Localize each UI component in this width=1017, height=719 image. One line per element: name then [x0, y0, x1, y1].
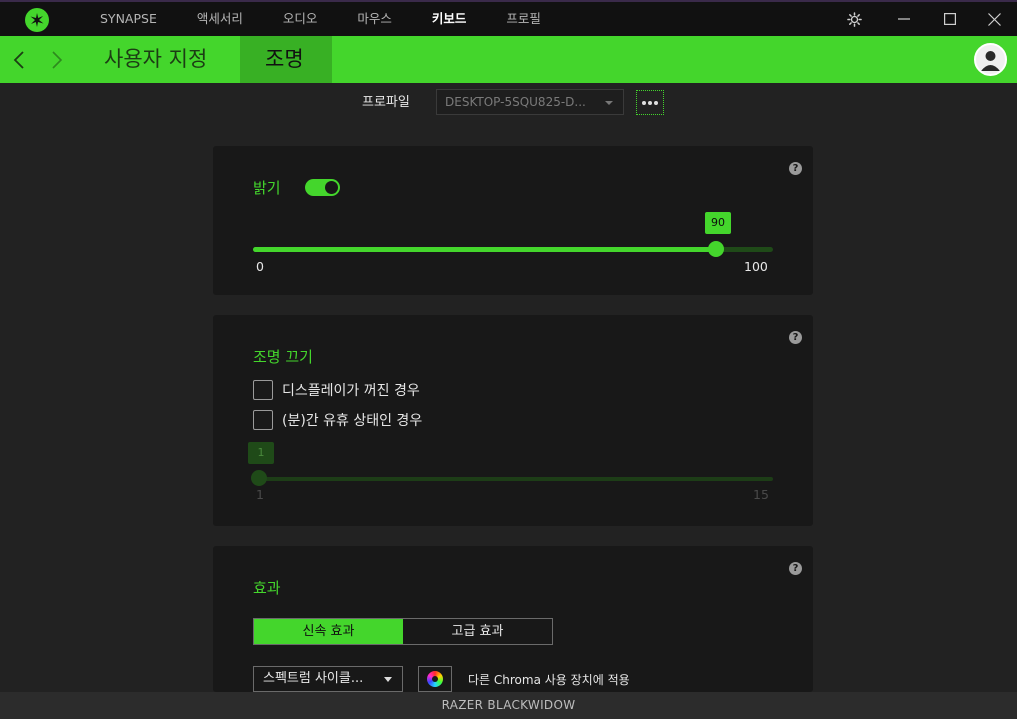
chevron-down-icon: [384, 677, 392, 682]
maximize-icon: [944, 13, 956, 25]
nav-keyboard[interactable]: 키보드: [412, 2, 487, 36]
close-button[interactable]: [971, 2, 1017, 36]
idle-slider-thumb: [251, 470, 267, 486]
brightness-min-label: 0: [256, 259, 264, 274]
chevron-left-icon: [13, 50, 24, 69]
help-icon[interactable]: ?: [789, 162, 802, 175]
quick-effects-tab[interactable]: 신속 효과: [254, 619, 403, 644]
profile-select-value: DESKTOP-5SQU825-D...: [445, 95, 586, 109]
display-off-option[interactable]: 디스플레이가 꺼진 경우: [253, 379, 420, 401]
section-header: 사용자 지정 조명: [0, 36, 1017, 83]
idle-checkbox[interactable]: [253, 410, 273, 430]
tab-customize[interactable]: 사용자 지정: [79, 36, 232, 83]
idle-label: (분)간 유휴 상태인 경우: [282, 413, 423, 429]
help-icon[interactable]: ?: [789, 331, 802, 344]
nav-accessories[interactable]: 액세서리: [177, 2, 263, 36]
effect-select[interactable]: 스펙트럼 사이클...: [253, 666, 403, 692]
tab-lighting[interactable]: 조명: [240, 36, 332, 83]
back-button[interactable]: [4, 36, 34, 83]
main-nav: SYNAPSE 액세서리 오디오 마우스 키보드 프로필: [80, 2, 561, 36]
idle-min-label: 1: [256, 487, 264, 502]
effects-card: ? 효과 신속 효과 고급 효과 스펙트럼 사이클... 다른 Chroma 사…: [213, 546, 813, 692]
toggle-knob: [325, 181, 338, 194]
idle-option[interactable]: (분)간 유휴 상태인 경우: [253, 409, 422, 431]
brightness-card: ? 밝기 90 0 100: [213, 146, 813, 295]
top-navigation-bar: SYNAPSE 액세서리 오디오 마우스 키보드 프로필: [0, 0, 1017, 36]
effect-select-value: 스펙트럼 사이클...: [263, 671, 364, 686]
gear-icon: [846, 11, 862, 27]
nav-synapse[interactable]: SYNAPSE: [80, 2, 177, 36]
nav-audio[interactable]: 오디오: [263, 2, 338, 36]
help-icon[interactable]: ?: [789, 562, 802, 575]
advanced-effects-tab[interactable]: 고급 효과: [403, 619, 552, 644]
brightness-max-label: 100: [744, 259, 768, 274]
close-icon: [987, 12, 1001, 26]
display-off-checkbox[interactable]: [253, 380, 273, 400]
brightness-slider-fill: [253, 247, 716, 252]
brightness-value-bubble: 90: [705, 212, 731, 234]
chevron-right-icon: [52, 50, 63, 69]
settings-button[interactable]: [831, 2, 877, 36]
chroma-apply-button[interactable]: [418, 666, 452, 692]
more-dots-icon[interactable]: [636, 90, 664, 115]
forward-button[interactable]: [42, 36, 72, 83]
chevron-down-icon: [605, 101, 613, 105]
effects-title: 효과: [253, 579, 281, 597]
lighting-off-title: 조명 끄기: [253, 348, 313, 366]
idle-value-bubble: 1: [248, 442, 274, 464]
razer-logo-icon[interactable]: [25, 8, 49, 32]
effect-mode-switch: 신속 효과 고급 효과: [253, 618, 553, 645]
lighting-off-card: ? 조명 끄기 디스플레이가 꺼진 경우 (분)간 유휴 상태인 경우 1 1 …: [213, 315, 813, 526]
maximize-button[interactable]: [927, 2, 973, 36]
chroma-apply-label: 다른 Chroma 사용 장치에 적용: [468, 673, 630, 687]
device-footer: RAZER BLACKWIDOW: [0, 692, 1017, 719]
idle-max-label: 15: [753, 487, 769, 502]
display-off-label: 디스플레이가 꺼진 경우: [282, 383, 420, 399]
brightness-title: 밝기: [253, 179, 281, 197]
user-avatar-icon[interactable]: [974, 43, 1007, 76]
color-wheel-icon: [427, 671, 443, 687]
brightness-toggle[interactable]: [305, 179, 340, 196]
nav-profiles[interactable]: 프로필: [486, 2, 561, 36]
minimize-button[interactable]: [881, 2, 927, 36]
idle-slider-track: [253, 477, 773, 481]
profile-select[interactable]: DESKTOP-5SQU825-D...: [436, 89, 624, 115]
profile-row: 프로파일 DESKTOP-5SQU825-D...: [0, 88, 1017, 116]
profile-label: 프로파일: [362, 95, 410, 110]
nav-mouse[interactable]: 마우스: [337, 2, 412, 36]
brightness-slider-thumb[interactable]: [708, 241, 724, 257]
minimize-icon: [898, 18, 910, 20]
